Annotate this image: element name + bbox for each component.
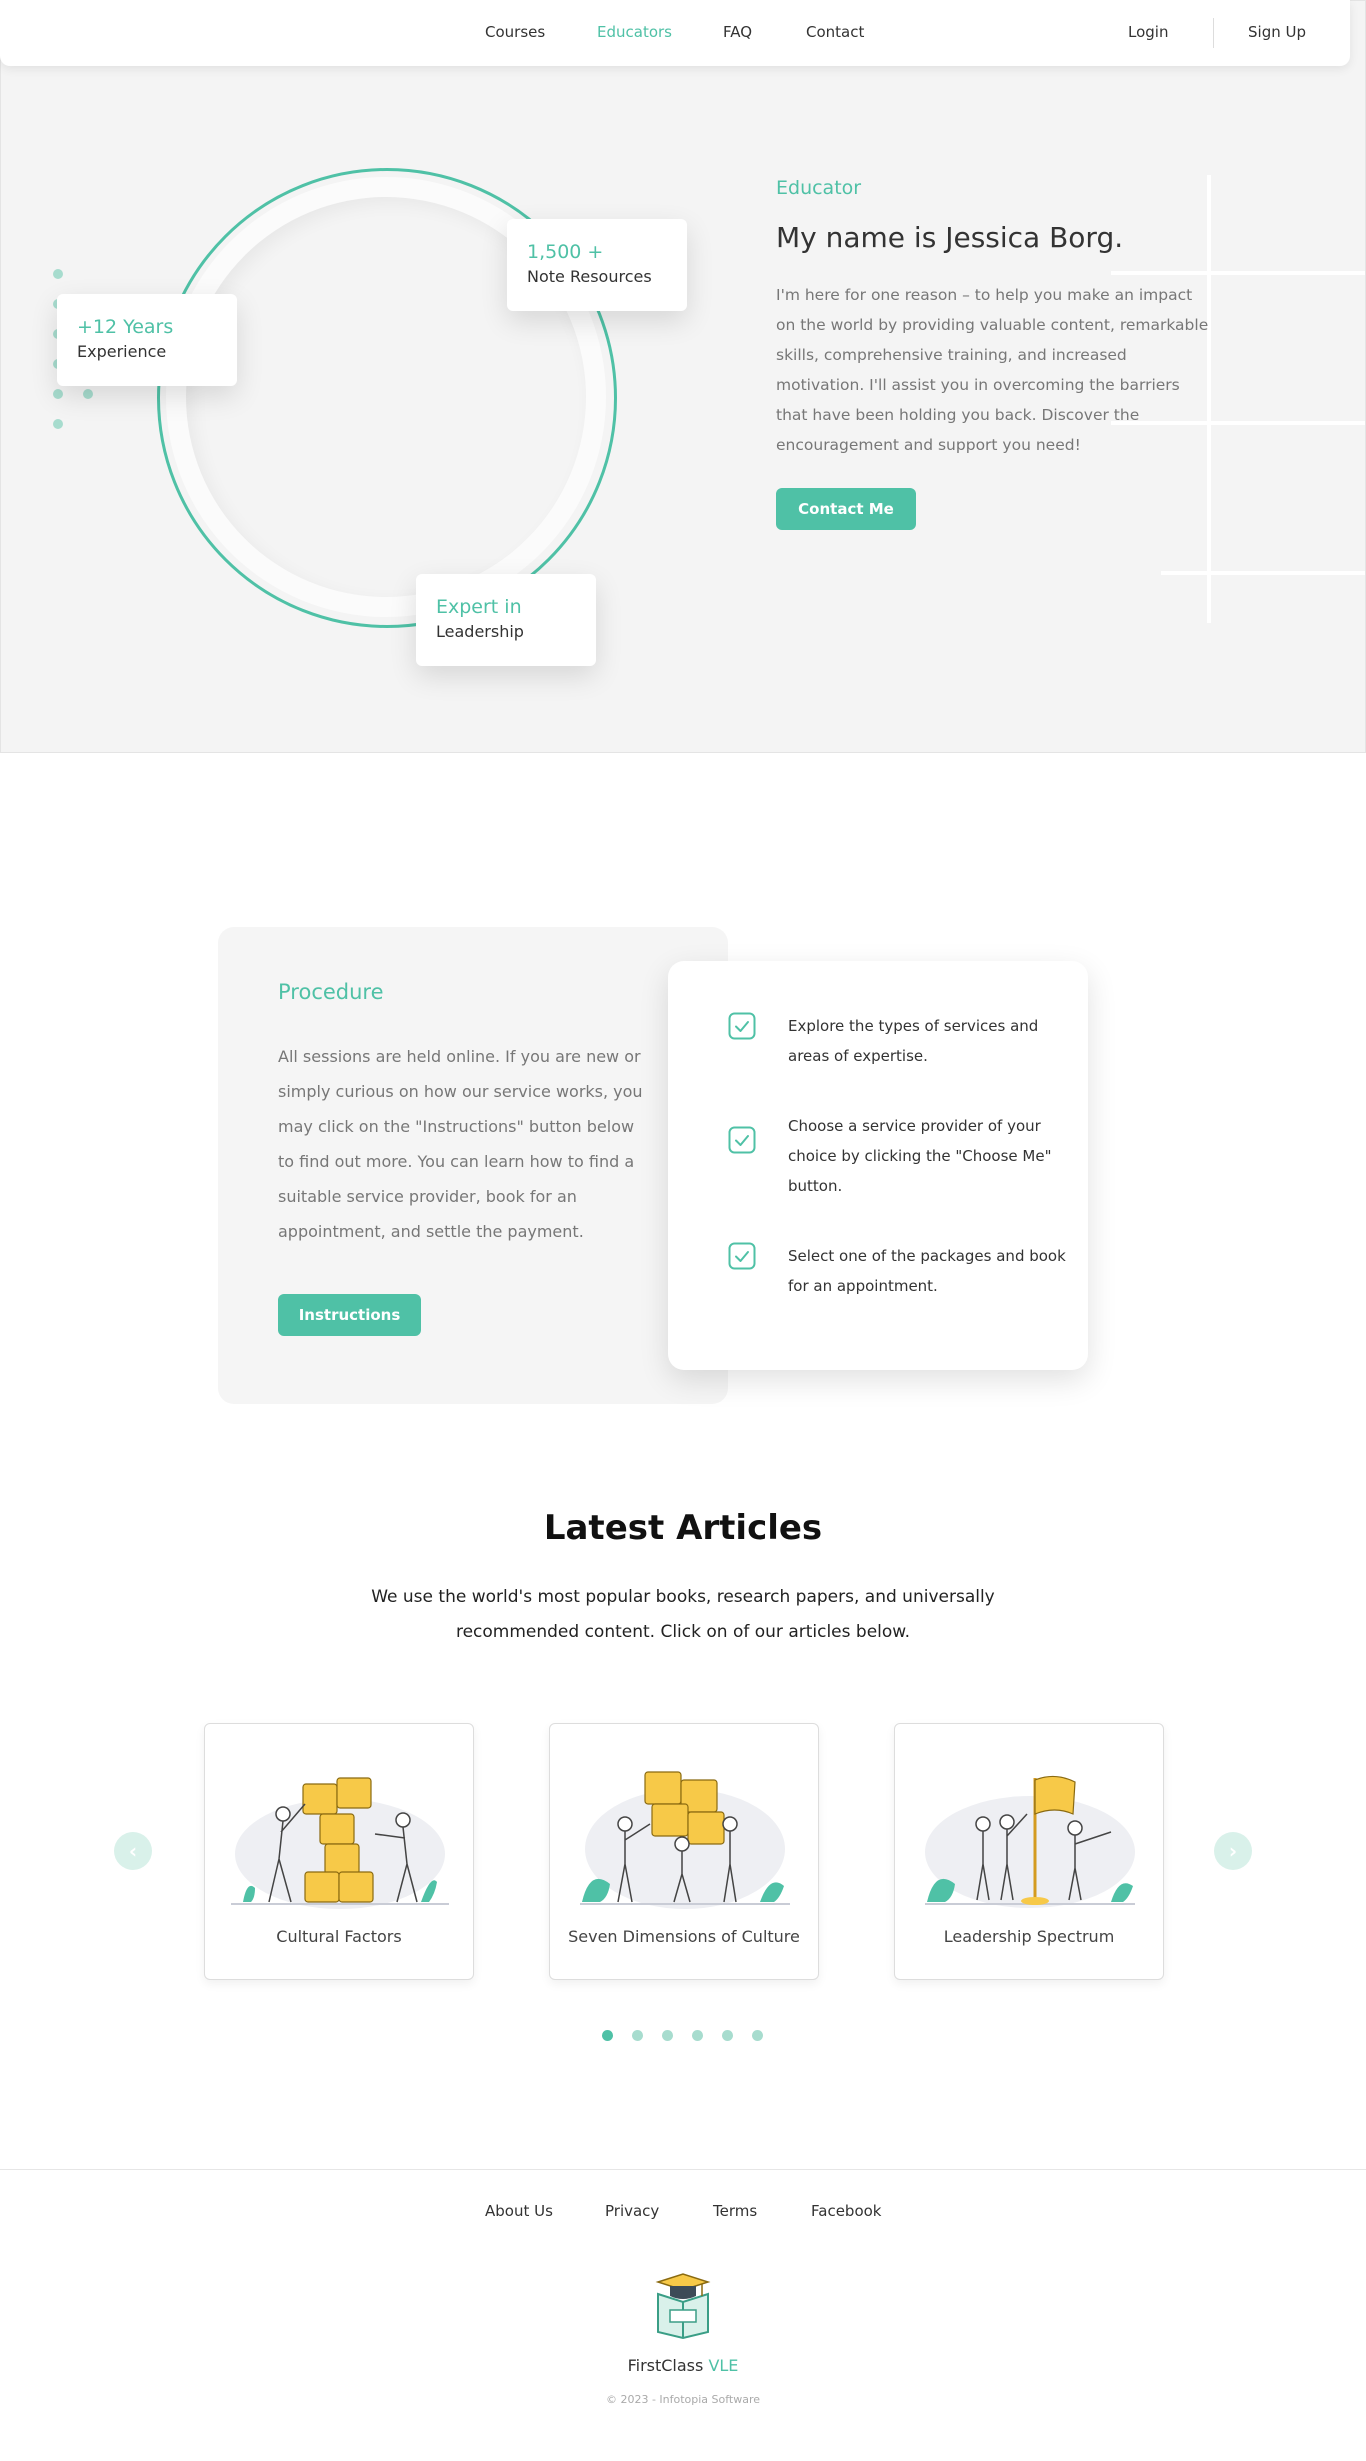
article-caption: Cultural Factors bbox=[276, 1927, 402, 1946]
footer-link-privacy[interactable]: Privacy bbox=[605, 2202, 659, 2220]
stat-card-expertise: Expert in Leadership bbox=[416, 574, 596, 666]
puzzle-team-illustration bbox=[231, 1777, 449, 1909]
stat-value: Expert in bbox=[436, 596, 522, 618]
decor-dot bbox=[83, 389, 93, 399]
pagination-dot[interactable] bbox=[602, 2030, 613, 2041]
procedure-description: All sessions are held online. If you are… bbox=[278, 1047, 643, 1241]
articles-title: Latest Articles bbox=[543, 1508, 823, 1548]
decor-line bbox=[1161, 571, 1365, 575]
articles-subtitle: We use the world's most popular books, r… bbox=[371, 1587, 995, 1642]
nav-divider bbox=[1213, 18, 1214, 48]
brand-name: FirstClass bbox=[627, 2356, 704, 2375]
top-navigation: Courses Educators FAQ Contact Login Sign… bbox=[0, 0, 1350, 66]
stat-value: +12 Years bbox=[77, 316, 174, 338]
footer-link-terms[interactable]: Terms bbox=[713, 2202, 757, 2220]
chevron-left-icon[interactable]: ‹ bbox=[114, 1832, 152, 1870]
footer-link-facebook[interactable]: Facebook bbox=[811, 2202, 881, 2220]
nav-link-faq[interactable]: FAQ bbox=[723, 23, 752, 41]
stat-label: Experience bbox=[77, 342, 167, 361]
procedure-step: Choose a service provider of your choice… bbox=[728, 1111, 1068, 1201]
step-text: Choose a service provider of your choice… bbox=[788, 1117, 1052, 1195]
footer-link-about[interactable]: About Us bbox=[485, 2202, 553, 2220]
decor-dot bbox=[53, 389, 63, 399]
pagination-dot[interactable] bbox=[692, 2030, 703, 2041]
decor-dot bbox=[53, 419, 63, 429]
copyright: © 2023 - Infotopia Software bbox=[605, 2393, 761, 2406]
stat-card-experience: +12 Years Experience bbox=[57, 294, 237, 386]
procedure-title: Procedure bbox=[278, 980, 384, 1004]
hero-description: I'm here for one reason – to help you ma… bbox=[776, 286, 1209, 454]
flag-team-illustration bbox=[925, 1775, 1135, 1908]
hero-kicker: Educator bbox=[776, 177, 862, 199]
stat-value: 1,500 + bbox=[527, 241, 604, 263]
pagination-dot[interactable] bbox=[662, 2030, 673, 2041]
footer-brand: FirstClass VLE bbox=[0, 2356, 1366, 2375]
stat-card-resources: 1,500 + Note Resources bbox=[507, 219, 687, 311]
step-text: Select one of the packages and book for … bbox=[788, 1247, 1066, 1295]
procedure-step: Select one of the packages and book for … bbox=[728, 1241, 1068, 1301]
chevron-right-icon[interactable]: › bbox=[1214, 1832, 1252, 1870]
article-card-seven-dimensions[interactable]: Seven Dimensions of Culture bbox=[549, 1723, 819, 1980]
article-card-cultural-factors[interactable]: Cultural Factors bbox=[204, 1723, 474, 1980]
nav-link-courses[interactable]: Courses bbox=[485, 23, 545, 41]
procedure-step: Explore the types of services and areas … bbox=[728, 1011, 1068, 1071]
pagination-dot[interactable] bbox=[752, 2030, 763, 2041]
step-text: Explore the types of services and areas … bbox=[788, 1017, 1039, 1065]
signup-link[interactable]: Sign Up bbox=[1248, 23, 1306, 41]
footer-divider bbox=[0, 2169, 1366, 2170]
brand-accent: VLE bbox=[708, 2356, 739, 2375]
puzzle-assembly-illustration bbox=[580, 1771, 790, 1909]
nav-link-contact[interactable]: Contact bbox=[806, 23, 864, 41]
article-caption: Leadership Spectrum bbox=[943, 1927, 1115, 1946]
checkbox-check-icon bbox=[728, 1242, 756, 1270]
stat-label: Note Resources bbox=[527, 267, 652, 286]
instructions-button[interactable]: Instructions bbox=[278, 1294, 421, 1336]
checkbox-check-icon bbox=[728, 1126, 756, 1154]
login-link[interactable]: Login bbox=[1128, 23, 1168, 41]
pagination-dot[interactable] bbox=[632, 2030, 643, 2041]
nav-link-educators[interactable]: Educators bbox=[597, 23, 672, 41]
decor-dot bbox=[53, 269, 63, 279]
graduation-book-icon bbox=[655, 2273, 711, 2340]
contact-me-button[interactable]: Contact Me bbox=[776, 488, 916, 530]
article-card-leadership-spectrum[interactable]: Leadership Spectrum bbox=[894, 1723, 1164, 1980]
hero-title: My name is Jessica Borg. bbox=[776, 221, 1124, 254]
stat-label: Leadership bbox=[436, 622, 524, 641]
checkbox-check-icon bbox=[728, 1012, 756, 1040]
hero-text: Educator My name is Jessica Borg. I'm he… bbox=[776, 177, 1216, 530]
article-caption: Seven Dimensions of Culture bbox=[568, 1927, 800, 1946]
pagination-dot[interactable] bbox=[722, 2030, 733, 2041]
hero-section: +12 Years Experience 1,500 + Note Resour… bbox=[0, 0, 1366, 753]
